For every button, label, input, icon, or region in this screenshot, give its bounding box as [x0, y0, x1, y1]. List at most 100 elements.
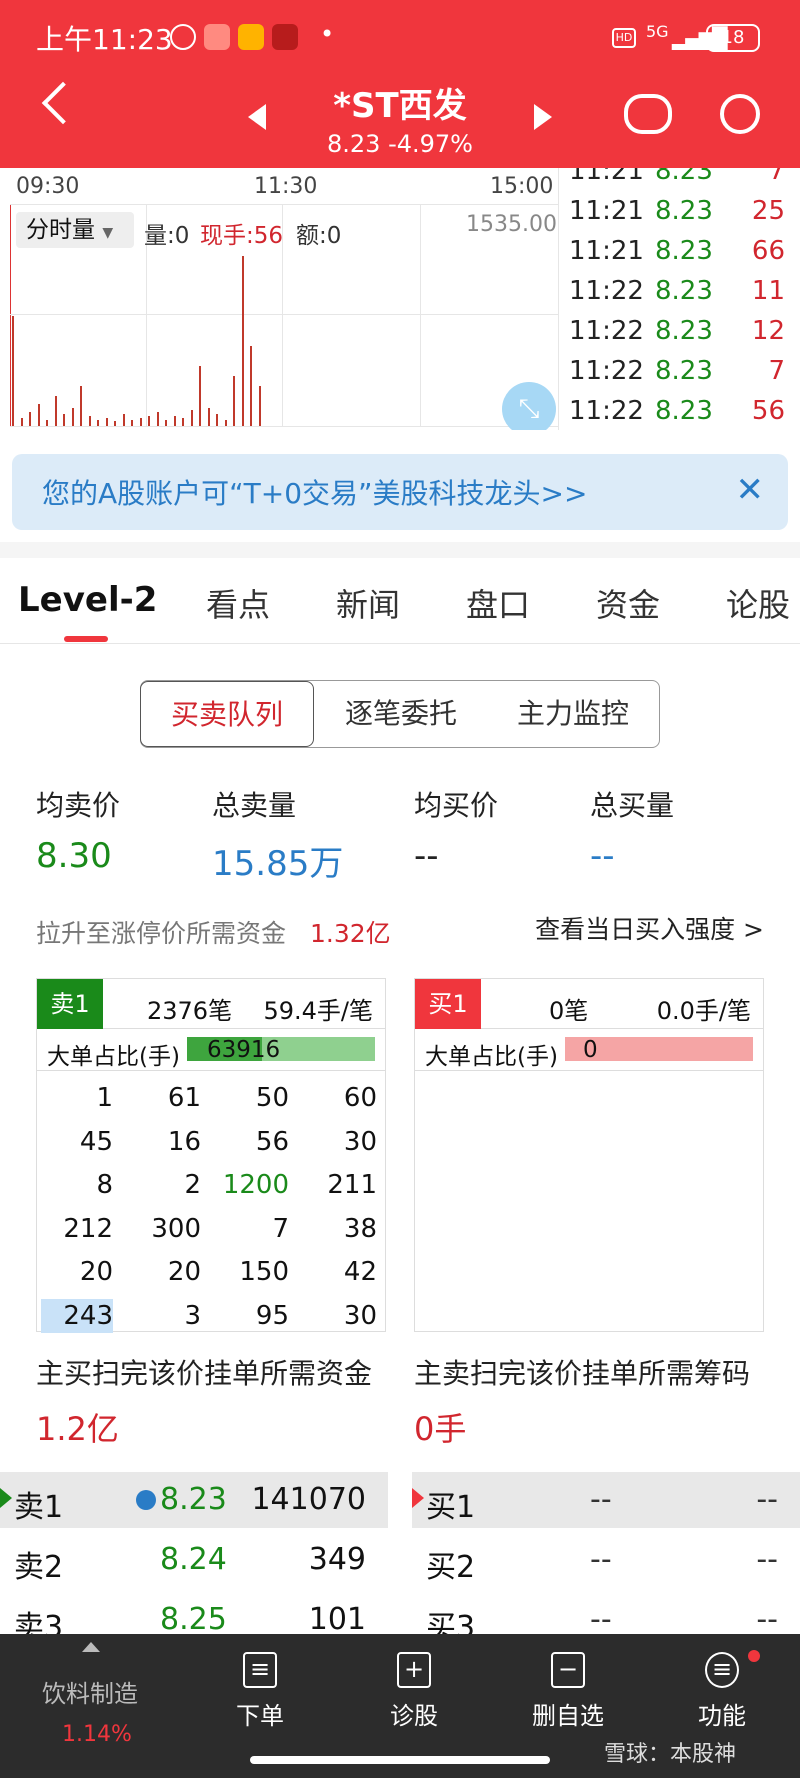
raise-value: 1.32亿	[310, 919, 391, 948]
sweep-buy-label: 主买扫完该价挂单所需资金	[36, 1357, 373, 1390]
home-indicator[interactable]	[250, 1756, 550, 1764]
tick-row: 11:21 8.23 25	[559, 196, 799, 236]
tab-highlights[interactable]: 看点	[206, 580, 270, 626]
stock-title: *ST西发	[333, 86, 467, 126]
sweep-sell-value: 0手	[414, 1410, 467, 1448]
remove-watchlist-button[interactable]: − 删自选	[508, 1652, 628, 1731]
buy-queue-tag: 买1	[415, 979, 481, 1029]
volume-bar	[207, 408, 210, 426]
sell-queue-count: 2376笔	[147, 997, 233, 1025]
queue-cell: 300	[151, 1213, 201, 1244]
queue-cell: 212	[63, 1213, 113, 1244]
tick-price: 8.23	[655, 316, 713, 346]
buy-level-row[interactable]: 买1 -- --	[412, 1472, 800, 1528]
expand-up-icon[interactable]	[82, 1642, 100, 1652]
queue-cell: 16	[167, 1126, 201, 1157]
volume-bar	[190, 410, 193, 426]
volume-bar	[131, 420, 133, 426]
amount-readout: 额:0	[296, 223, 342, 249]
tab-news[interactable]: 新闻	[336, 580, 400, 626]
queue-cell: 30	[343, 1300, 377, 1331]
volume-bar	[63, 414, 65, 426]
queue-cell: 1	[96, 1083, 113, 1113]
tab-market[interactable]: 盘口	[466, 580, 530, 626]
tick-volume: 7	[768, 168, 785, 186]
intraday-chart[interactable]: 09:30 11:30 15:00 分时量 ▼ 量:0 现手:56 额:0 15…	[0, 168, 800, 430]
view-buy-strength-link[interactable]: 查看当日买入强度 >	[535, 910, 764, 946]
volume-bar	[54, 396, 57, 426]
raise-label: 拉升至涨停价所需资金	[36, 919, 287, 948]
function-label: 功能	[698, 1702, 746, 1730]
sell-level-row[interactable]: 卖1 8.23 141070	[0, 1472, 388, 1528]
volume-bar	[97, 420, 99, 426]
banner-text[interactable]: 您的A股账户可“T+0交易”美股科技龙头>>	[42, 472, 587, 512]
sell-queue-avg: 59.4手/笔	[263, 997, 373, 1025]
current-level-marker-icon	[0, 1488, 12, 1508]
time-start: 09:30	[16, 174, 80, 199]
seg-orders[interactable]: 逐笔委托	[315, 681, 487, 747]
tab-discussion[interactable]: 论股	[726, 580, 790, 626]
robot-icon[interactable]	[624, 94, 672, 134]
seg-queue[interactable]: 买卖队列	[140, 681, 314, 747]
volume-bar	[122, 414, 125, 426]
bottom-tabbar: 饮料制造 1.14% ≡ 下单 + 诊股 − 删自选 ≡ 功能 雪球：本股神	[0, 1634, 800, 1778]
buy-level-volume: --	[756, 1542, 778, 1577]
buy-big-order-row: 大单占比(手) 0	[415, 1029, 763, 1071]
diagnose-icon: +	[397, 1652, 431, 1688]
buy-level-label: 买2	[426, 1550, 476, 1585]
tab-level2[interactable]: Level-2	[18, 580, 157, 620]
diagnose-button[interactable]: + 诊股	[354, 1652, 474, 1731]
volume-bar	[250, 346, 252, 426]
total-buy-label: 总买量	[590, 789, 675, 822]
message-icon	[238, 24, 264, 50]
order-button[interactable]: ≡ 下单	[200, 1652, 320, 1731]
sell-level-volume: 101	[308, 1602, 366, 1637]
buy-level-row[interactable]: 买2 -- --	[412, 1532, 800, 1588]
volume-bar	[199, 366, 201, 426]
queue-cell: 38	[343, 1213, 377, 1244]
volume-bar	[156, 412, 159, 426]
promo-banner[interactable]: 您的A股账户可“T+0交易”美股科技龙头>> ✕	[12, 454, 788, 530]
tick-row: 11:22 8.23 11	[559, 276, 799, 316]
close-icon[interactable]: ✕	[736, 470, 765, 510]
queue-cell: 211	[327, 1170, 377, 1200]
app-icon	[204, 24, 230, 50]
sell-level-label: 卖1	[14, 1490, 64, 1525]
indicator-select[interactable]: 分时量 ▼	[16, 212, 134, 248]
tick-row: 11:22 8.23 12	[559, 316, 799, 356]
sell-queue-tag: 卖1	[37, 979, 103, 1029]
sell-level-row[interactable]: 卖2 8.24 349	[0, 1532, 388, 1588]
alarm-icon	[170, 24, 196, 50]
tick-time: 11:21	[569, 196, 644, 226]
queue-cell: 42	[343, 1257, 377, 1287]
weibo-icon	[272, 24, 298, 50]
vol-readout: 量:0	[144, 223, 190, 249]
volume-bar	[241, 256, 244, 426]
buy-level-label: 买1	[426, 1490, 476, 1525]
tick-time: 11:22	[569, 276, 644, 306]
volume-bar	[37, 404, 40, 426]
sell-level-price: 8.23	[160, 1482, 227, 1517]
buy-level-price: --	[590, 1602, 612, 1637]
volume-bar	[105, 418, 108, 426]
volume-bar	[165, 420, 167, 426]
avg-sell-label: 均卖价	[36, 789, 121, 822]
header: 上午11:23 • HD 5G ▂▄▆█ 18 *ST西发 8.23 -4.97…	[0, 0, 800, 168]
sector-name[interactable]: 饮料制造	[42, 1674, 138, 1709]
tab-funds[interactable]: 资金	[596, 580, 660, 626]
avg-sell-value: 8.30	[36, 836, 112, 876]
function-button[interactable]: ≡ 功能	[662, 1652, 782, 1731]
sell-queue-header: 卖1 2376笔 59.4手/笔	[37, 979, 385, 1029]
tick-volume: 25	[751, 196, 785, 226]
expand-icon[interactable]: ⤡	[502, 382, 556, 430]
buy-level-volume: --	[756, 1482, 778, 1517]
seg-monitor[interactable]: 主力监控	[487, 681, 659, 747]
remove-label: 删自选	[532, 1702, 604, 1730]
current-level-marker-icon	[412, 1488, 424, 1508]
search-icon[interactable]	[720, 94, 760, 134]
tick-row: 11:22 8.23 7	[559, 356, 799, 396]
tick-time: 11:22	[569, 356, 644, 386]
blue-dot-icon	[136, 1490, 156, 1510]
buy-big-value: 0	[583, 1037, 598, 1063]
queue-cell: 1200	[222, 1170, 289, 1200]
